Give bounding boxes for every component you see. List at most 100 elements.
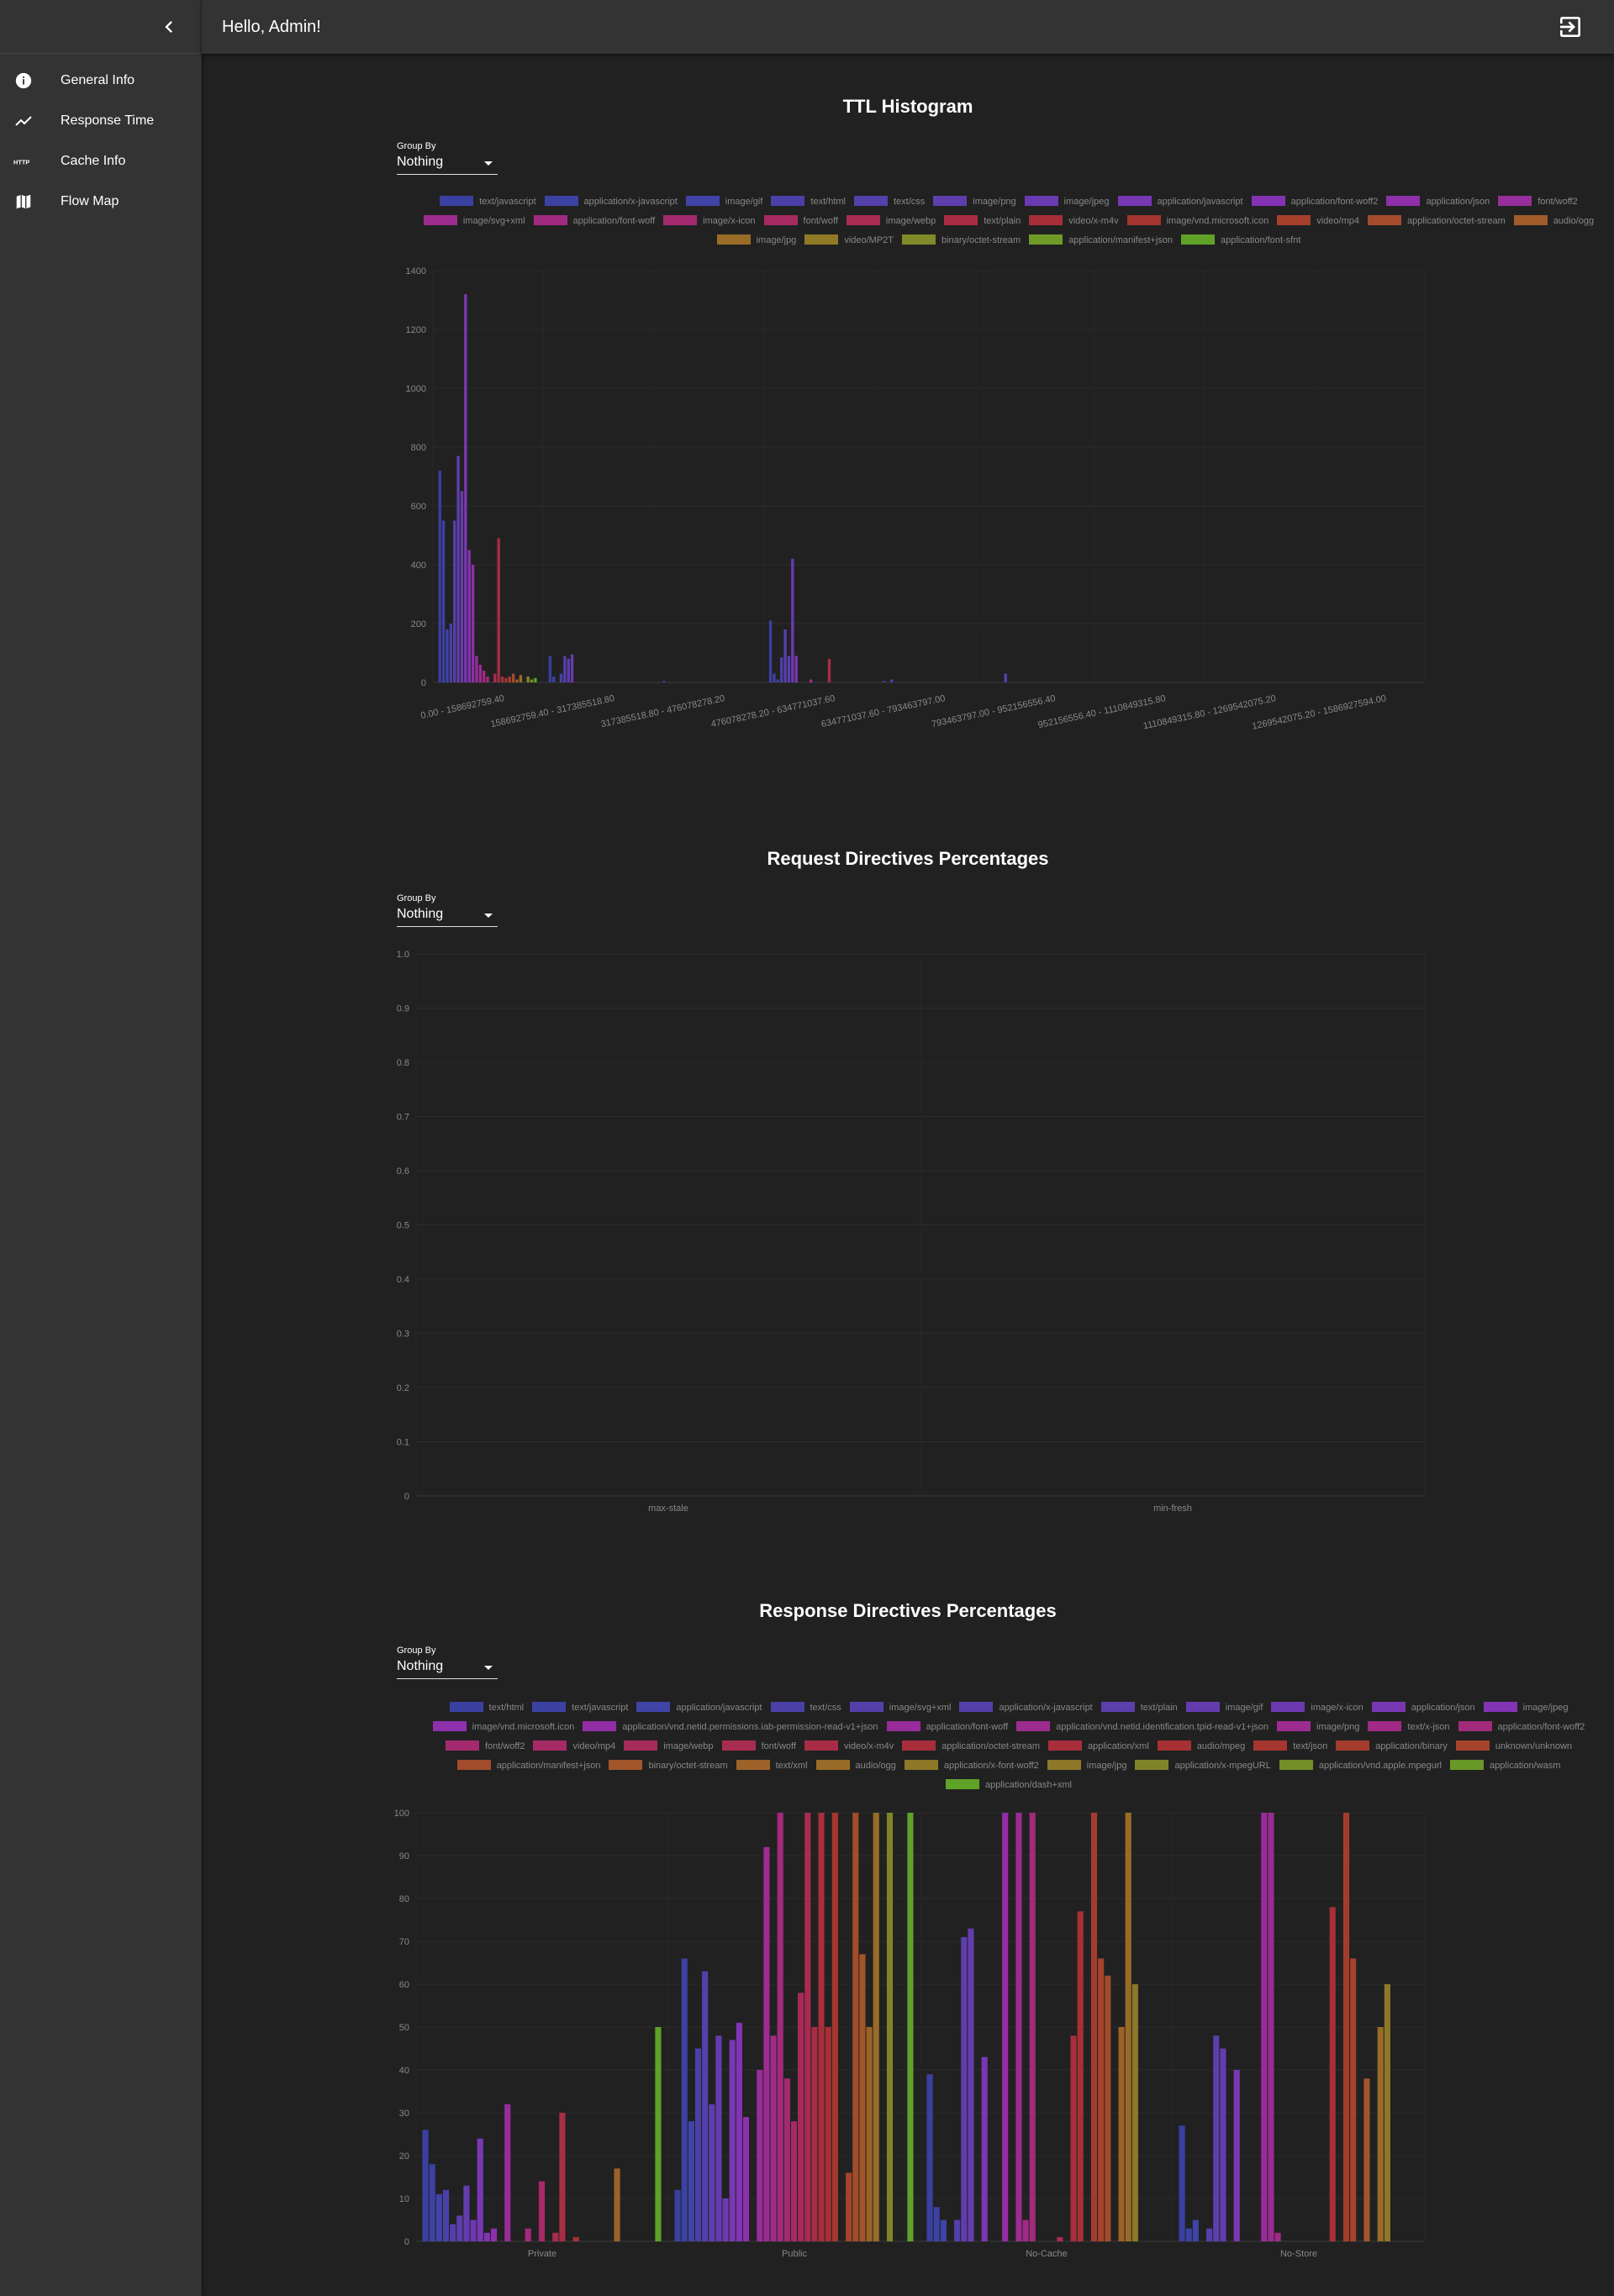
legend-item[interactable]: image/jpeg	[1483, 1698, 1568, 1717]
legend-item[interactable]: application/vnd.apple.mpegurl	[1279, 1756, 1442, 1775]
bar[interactable]	[1098, 1958, 1105, 2241]
legend-item[interactable]: application/json	[1386, 192, 1490, 211]
legend-item[interactable]: application/javascript	[1117, 192, 1243, 211]
bar[interactable]	[470, 2220, 477, 2242]
bar[interactable]	[1179, 2125, 1185, 2241]
legend-item[interactable]: application/dash+xml	[945, 1776, 1072, 1794]
legend-item[interactable]: image/vnd.microsoft.icon	[1126, 212, 1269, 230]
legend-item[interactable]: application/font-woff	[533, 212, 655, 230]
chevron-left-icon[interactable]	[157, 15, 181, 39]
bar[interactable]	[763, 1846, 770, 2241]
bar[interactable]	[883, 681, 886, 682]
bar[interactable]	[933, 2207, 940, 2241]
bar[interactable]	[926, 2074, 933, 2241]
legend-item[interactable]: application/font-sfnt	[1181, 231, 1300, 250]
bar[interactable]	[811, 2027, 818, 2241]
bar[interactable]	[475, 656, 478, 683]
bar[interactable]	[773, 673, 776, 683]
legend-item[interactable]: application/javascript	[636, 1698, 762, 1717]
bar[interactable]	[559, 2113, 566, 2241]
bar[interactable]	[1105, 1975, 1111, 2241]
legend-item[interactable]: text/x-json	[1368, 1718, 1450, 1736]
bar[interactable]	[1131, 1984, 1138, 2241]
bar[interactable]	[1329, 1907, 1336, 2241]
bar[interactable]	[486, 677, 489, 682]
bar[interactable]	[794, 656, 798, 683]
bar[interactable]	[483, 671, 486, 682]
bar[interactable]	[787, 656, 791, 683]
bar[interactable]	[441, 520, 446, 683]
legend-item[interactable]: application/manifest+json	[1029, 231, 1173, 250]
bar[interactable]	[483, 2232, 490, 2241]
bar[interactable]	[729, 2040, 736, 2241]
legend-item[interactable]: image/jpeg	[1024, 192, 1110, 211]
legend-item[interactable]: text/javascript	[532, 1698, 628, 1717]
bar[interactable]	[1363, 2078, 1370, 2241]
bar[interactable]	[1384, 1984, 1390, 2241]
bar[interactable]	[827, 659, 831, 682]
bar[interactable]	[572, 2236, 579, 2241]
legend-item[interactable]: text/html	[449, 1698, 524, 1717]
legend-item[interactable]: image/gif	[1185, 1698, 1263, 1717]
legend-item[interactable]: video/mp4	[1277, 212, 1359, 230]
bar[interactable]	[1342, 1813, 1350, 2241]
bar[interactable]	[442, 2189, 450, 2241]
bar[interactable]	[791, 559, 794, 682]
group-by-select[interactable]: Nothing	[397, 155, 498, 175]
legend-item[interactable]: video/x-m4v	[804, 1737, 894, 1756]
bar[interactable]	[790, 2121, 798, 2241]
legend-item[interactable]: application/font-woff	[886, 1718, 1008, 1736]
bar[interactable]	[548, 656, 552, 683]
bar[interactable]	[655, 2027, 662, 2241]
bar[interactable]	[1220, 2048, 1226, 2242]
bar[interactable]	[493, 673, 497, 683]
bar[interactable]	[736, 2022, 742, 2241]
bar[interactable]	[859, 1954, 866, 2241]
bar[interactable]	[463, 2185, 470, 2241]
bar[interactable]	[508, 677, 511, 682]
legend-item[interactable]: audio/ogg	[1513, 212, 1594, 230]
group-by-select[interactable]: Nothing	[397, 907, 498, 927]
legend-item[interactable]: application/vnd.netid.permissions.iab-pe…	[583, 1718, 878, 1736]
bar[interactable]	[504, 2104, 511, 2241]
legend-item[interactable]: application/x-font-woff2	[904, 1756, 1039, 1775]
legend-item[interactable]: image/svg+xml	[423, 212, 525, 230]
bar[interactable]	[526, 677, 530, 682]
bar[interactable]	[783, 2078, 790, 2241]
bar[interactable]	[1206, 2228, 1213, 2241]
bar[interactable]	[614, 2168, 620, 2241]
legend-item[interactable]: text/xml	[736, 1756, 808, 1775]
bar[interactable]	[530, 679, 534, 683]
legend-item[interactable]: image/webp	[624, 1737, 714, 1756]
bar[interactable]	[1233, 2070, 1240, 2241]
bar[interactable]	[825, 2027, 831, 2241]
legend-item[interactable]: image/webp	[846, 212, 936, 230]
bar[interactable]	[525, 2228, 531, 2241]
bar[interactable]	[1377, 2027, 1384, 2241]
bar[interactable]	[702, 1971, 709, 2241]
legend-item[interactable]: audio/ogg	[815, 1756, 896, 1775]
legend-item[interactable]: image/vnd.microsoft.icon	[432, 1718, 574, 1736]
bar[interactable]	[961, 1936, 968, 2241]
bar[interactable]	[681, 1958, 688, 2241]
bar[interactable]	[515, 679, 519, 683]
bar[interactable]	[1015, 1813, 1022, 2241]
bar[interactable]	[453, 520, 456, 683]
bar[interactable]	[1192, 2220, 1199, 2242]
legend-item[interactable]: video/mp4	[533, 1737, 615, 1756]
bar[interactable]	[1090, 1813, 1098, 2241]
bar[interactable]	[1004, 673, 1007, 683]
legend-item[interactable]: application/x-mpegURL	[1135, 1756, 1271, 1775]
legend-item[interactable]: application/wasm	[1449, 1756, 1560, 1775]
bar[interactable]	[940, 2220, 947, 2242]
legend-item[interactable]: application/xml	[1048, 1737, 1149, 1756]
bar[interactable]	[1057, 2236, 1063, 2241]
legend-item[interactable]: font/woff	[721, 1737, 796, 1756]
bar[interactable]	[846, 2172, 852, 2241]
bar[interactable]	[1185, 2228, 1192, 2241]
sidebar-item-response-time[interactable]: Response Time	[0, 101, 201, 141]
legend-item[interactable]: application/x-javascript	[544, 192, 678, 211]
bar[interactable]	[852, 1813, 859, 2241]
bar[interactable]	[777, 1813, 783, 2241]
bar[interactable]	[460, 491, 464, 683]
